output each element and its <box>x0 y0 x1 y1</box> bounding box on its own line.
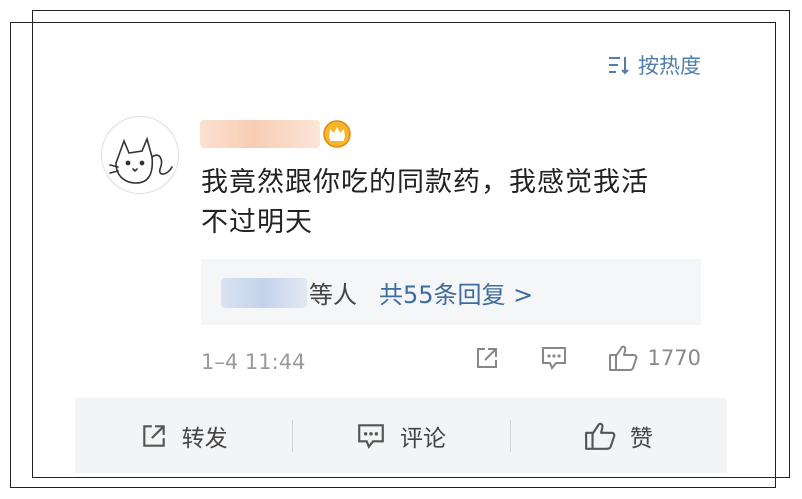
view-replies-link[interactable]: 共55条回复 > <box>379 275 533 310</box>
action-bar: 转发 评论 赞 <box>75 398 727 473</box>
comment-icon <box>358 423 384 449</box>
reply-users-blurred <box>221 278 307 308</box>
avatar[interactable] <box>101 116 179 194</box>
cat-avatar-icon <box>109 136 173 184</box>
like-count: 1770 <box>647 346 701 370</box>
replies-box[interactable]: 等人 共55条回复 > <box>201 259 701 325</box>
username-blurred[interactable] <box>200 120 320 148</box>
sort-label: 按热度 <box>638 54 701 78</box>
comment-label: 评论 <box>399 425 446 452</box>
comment-text-line-2: 不过明天 <box>201 207 313 238</box>
like-label: 赞 <box>629 425 653 452</box>
comment-text: 我竟然跟你吃的同款药，我感觉我活 不过明天 <box>201 163 701 243</box>
sort-icon <box>609 57 629 75</box>
repost-small-button[interactable] <box>474 345 500 371</box>
comment-small-button[interactable] <box>540 345 568 371</box>
comment-card: 按热度 我竟然跟你吃的同款药，我感觉我活 不过明天 等人 共55条回复 > 1–… <box>75 28 727 473</box>
comment-meta-actions: 1770 <box>474 344 701 372</box>
comment-timestamp: 1–4 11:44 <box>201 350 306 374</box>
share-icon <box>476 348 497 368</box>
reply-users-suffix: 等人 <box>309 281 357 309</box>
comment-icon <box>541 347 566 370</box>
vip-crown-icon <box>323 120 351 148</box>
repost-button[interactable]: 转发 <box>75 398 292 473</box>
comment-text-line-1: 我竟然跟你吃的同款药，我感觉我活 <box>201 167 649 198</box>
like-button[interactable]: 赞 <box>509 398 727 473</box>
sort-by-hot-button[interactable]: 按热度 <box>608 50 701 80</box>
thumbs-up-icon <box>584 422 616 450</box>
like-small-button[interactable]: 1770 <box>608 344 701 372</box>
repost-label: 转发 <box>181 425 228 452</box>
share-icon <box>142 424 165 447</box>
comment-button[interactable]: 评论 <box>292 398 509 473</box>
thumbs-up-icon <box>608 345 637 371</box>
